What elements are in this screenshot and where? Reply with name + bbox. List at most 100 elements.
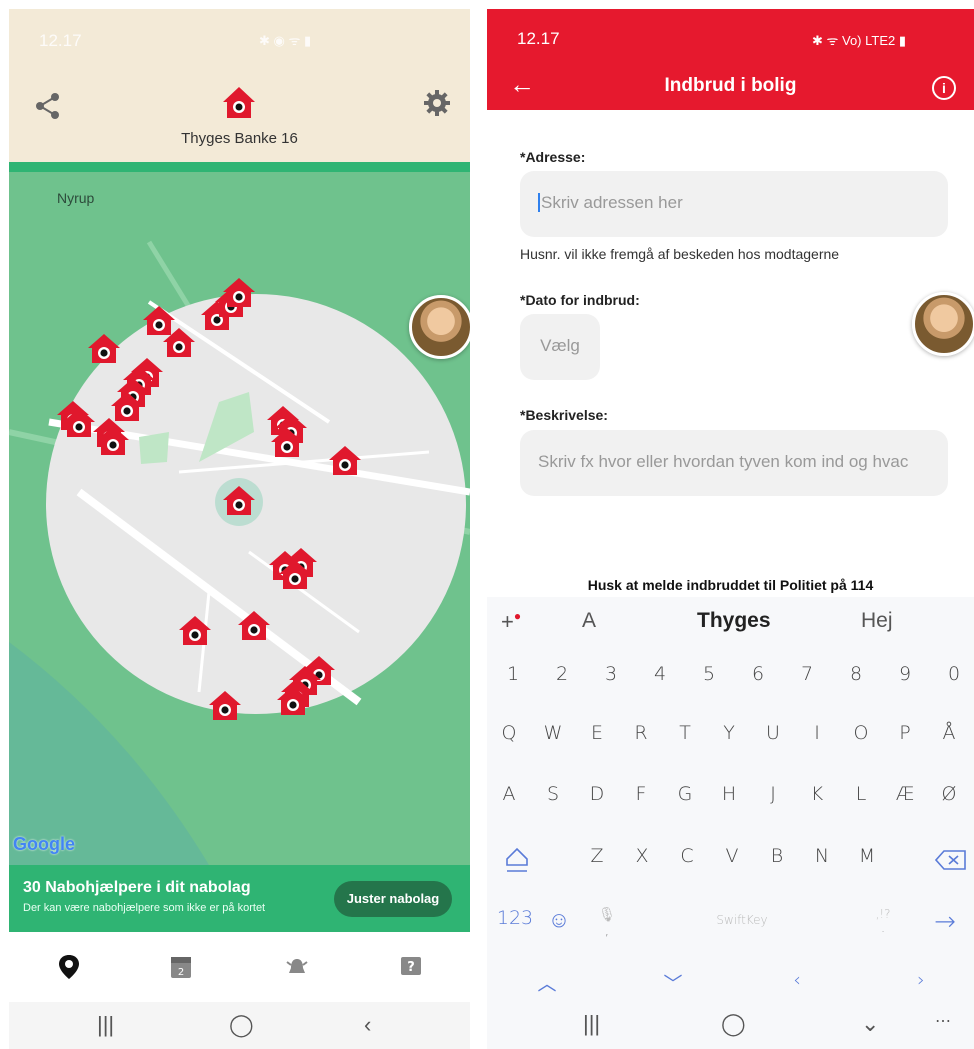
letter-key[interactable]: Å — [929, 722, 969, 744]
gear-icon[interactable] — [423, 89, 451, 117]
cursor-left-icon[interactable]: ‹ — [777, 969, 817, 991]
recents-button[interactable]: ||| — [583, 1011, 600, 1037]
letter-key[interactable]: Q — [489, 722, 529, 744]
map-pin-icon[interactable] — [57, 954, 81, 980]
letter-key[interactable]: C — [667, 845, 707, 867]
calendar-icon[interactable]: 2 — [169, 954, 193, 980]
home-button[interactable]: ◯ — [721, 1011, 746, 1037]
description-input[interactable]: Skriv fx hvor eller hvordan tyven kom in… — [520, 430, 948, 496]
number-key[interactable]: 7 — [787, 663, 827, 685]
address-input[interactable]: Skriv adressen her — [520, 171, 948, 237]
letter-key[interactable]: Æ — [885, 783, 925, 805]
home-button[interactable]: ◯ — [229, 1012, 254, 1038]
letter-key[interactable]: G — [665, 783, 705, 805]
address-hint: Husnr. vil ikke fremgå af beskeden hos m… — [520, 246, 840, 262]
letter-key[interactable]: K — [797, 783, 837, 805]
letter-key[interactable]: D — [577, 783, 617, 805]
letter-key[interactable]: U — [753, 722, 793, 744]
user-avatar[interactable] — [912, 292, 974, 356]
address-label: Thyges Banke 16 — [181, 130, 298, 147]
emoji-key[interactable]: ☺ — [539, 907, 579, 933]
left-screen: 12.17 ✱ ◉ ᯤ ▮ Thyges Banke 16 Nyrup Goog… — [9, 9, 470, 1049]
back-button[interactable]: ‹ — [364, 1012, 371, 1038]
help-icon[interactable]: ? — [399, 954, 423, 980]
status-time: 12.17 — [517, 29, 560, 48]
letter-key[interactable]: M — [847, 845, 887, 867]
add-plus-icon[interactable]: +● — [501, 609, 521, 635]
description-label: *Beskrivelse: — [520, 407, 608, 423]
letter-key[interactable]: Z — [577, 845, 617, 867]
letter-key[interactable]: W — [533, 722, 573, 744]
letter-row-2: ASDFGHJKLÆØ — [487, 783, 974, 823]
spacebar-key[interactable]: SwiftKey — [682, 913, 802, 927]
home-pin-icon — [223, 87, 255, 118]
cursor-down-icon[interactable]: ﹀ — [653, 969, 693, 996]
neighbourhood-map[interactable]: Nyrup Google — [9, 172, 470, 865]
letter-key[interactable]: O — [841, 722, 881, 744]
neighbour-count: 30 Nabohjælpere i dit nabolag — [23, 879, 251, 896]
recents-button[interactable]: ||| — [97, 1012, 114, 1038]
number-key[interactable]: 2 — [542, 663, 582, 685]
date-button-label: Vælg — [540, 336, 580, 355]
date-picker-button[interactable]: Vælg — [520, 314, 600, 380]
swiftkey-brand: SwiftKey — [716, 913, 768, 927]
description-placeholder: Skriv fx hvor eller hvordan tyven kom in… — [538, 452, 909, 471]
number-key[interactable]: 9 — [885, 663, 925, 685]
system-nav-bar: ||| ◯ ⌄ ⋯ — [487, 1001, 974, 1049]
adjust-neighbourhood-button[interactable]: Juster nabolag — [334, 881, 452, 917]
page-title: Indbrud i bolig — [664, 75, 797, 96]
letter-key[interactable]: H — [709, 783, 749, 805]
letter-key[interactable]: S — [533, 783, 573, 805]
info-icon[interactable]: i — [932, 76, 956, 100]
status-icons: ✱ ᯤ Vo) LTE2 ▮ — [812, 33, 906, 48]
user-avatar[interactable] — [409, 295, 470, 359]
letter-key[interactable]: E — [577, 722, 617, 744]
letter-key[interactable]: F — [621, 783, 661, 805]
letter-key[interactable]: B — [757, 845, 797, 867]
share-icon[interactable] — [33, 91, 63, 121]
period-key[interactable]: ,!?. — [863, 907, 903, 935]
neighbour-note: Der kan være nabohjælpere som ikke er på… — [23, 902, 266, 914]
suggestion-2[interactable]: Thyges — [697, 609, 771, 633]
suggestion-3[interactable]: Hej — [861, 609, 893, 633]
status-time: 12.17 — [39, 31, 82, 50]
numbers-key[interactable]: 123 — [493, 907, 537, 929]
bottom-key-row: 123 ☺ 🎙, SwiftKey ,!?. → — [487, 907, 974, 947]
hide-keyboard-button[interactable]: ⌄ — [861, 1011, 879, 1037]
shift-icon[interactable] — [503, 845, 531, 875]
letter-key[interactable]: L — [841, 783, 881, 805]
letter-row-1: QWERTYUIOPÅ — [487, 722, 974, 762]
letter-key[interactable]: R — [621, 722, 661, 744]
cursor-right-icon[interactable]: › — [901, 969, 941, 991]
letter-key[interactable]: V — [712, 845, 752, 867]
backspace-icon[interactable] — [935, 849, 967, 871]
right-screen: 12.17 ✱ ᯤ Vo) LTE2 ▮ ← Indbrud i bolig i… — [487, 9, 974, 1049]
enter-arrow-icon[interactable]: → — [925, 907, 965, 937]
number-key[interactable]: 8 — [836, 663, 876, 685]
number-key[interactable]: 0 — [934, 663, 974, 685]
number-key[interactable]: 5 — [689, 663, 729, 685]
letter-key[interactable]: T — [665, 722, 705, 744]
date-label: *Dato for indbrud: — [520, 292, 640, 308]
keyboard-switch-button[interactable]: ⋯ — [935, 1011, 951, 1031]
letter-key[interactable]: Y — [709, 722, 749, 744]
letter-key[interactable]: A — [489, 783, 529, 805]
police-note: Husk at melde indbruddet til Politiet på… — [587, 577, 874, 593]
letter-key[interactable]: X — [622, 845, 662, 867]
suggestion-1[interactable]: A — [582, 609, 596, 633]
alarm-icon[interactable] — [285, 954, 309, 980]
letter-key[interactable]: P — [885, 722, 925, 744]
comma-key[interactable]: 🎙, — [587, 907, 627, 939]
letter-key[interactable]: Ø — [929, 783, 969, 805]
google-attribution: Google — [13, 834, 75, 854]
letter-key[interactable]: N — [802, 845, 842, 867]
number-key[interactable]: 3 — [591, 663, 631, 685]
number-key[interactable]: 6 — [738, 663, 778, 685]
number-key[interactable]: 4 — [640, 663, 680, 685]
number-key[interactable]: 1 — [493, 663, 533, 685]
letter-key[interactable]: J — [753, 783, 793, 805]
cursor-up-icon[interactable]: ︿ — [527, 969, 567, 996]
letter-key[interactable]: I — [797, 722, 837, 744]
keyboard: +● A Thyges Hej 1234567890 QWERTYUIOPÅ A… — [487, 597, 974, 1001]
address-label: *Adresse: — [520, 149, 586, 165]
